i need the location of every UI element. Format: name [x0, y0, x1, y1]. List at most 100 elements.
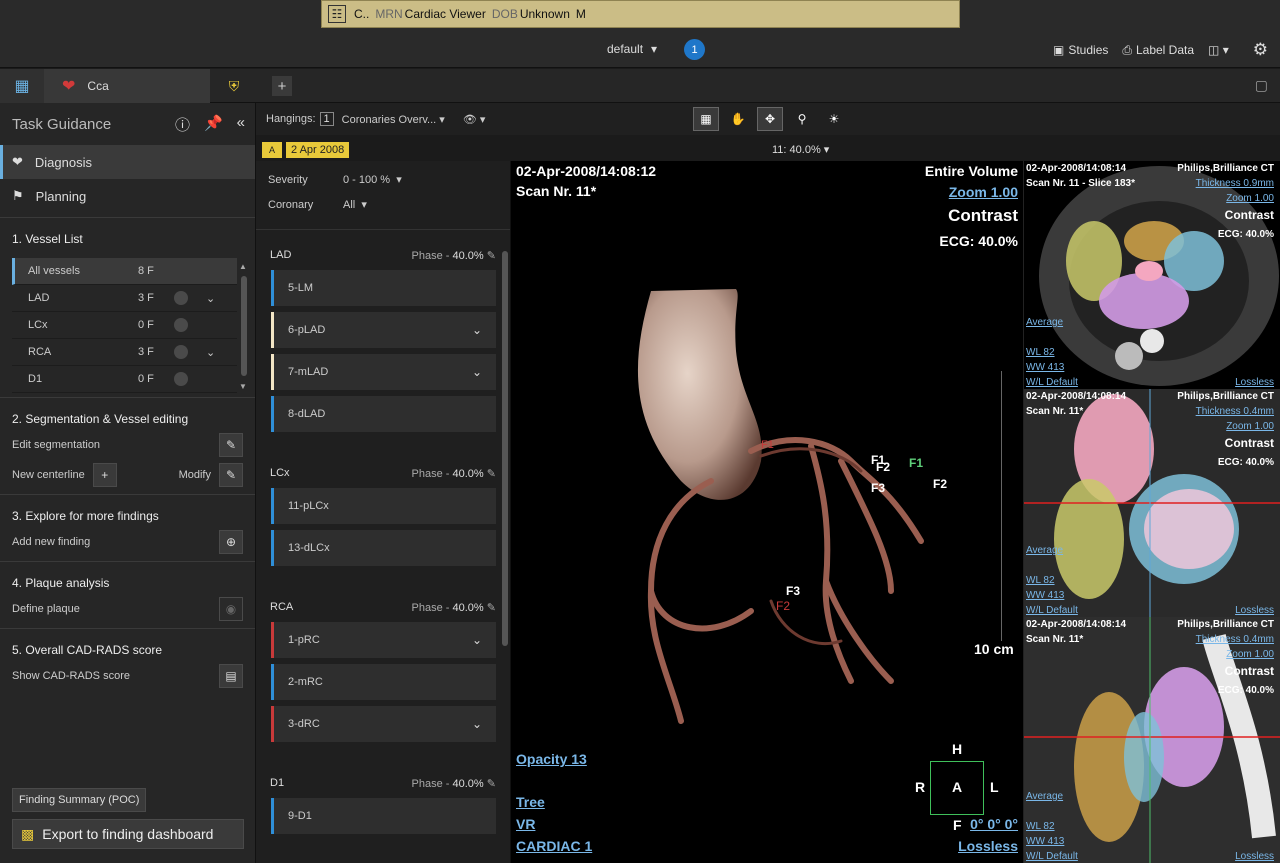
- studies-button[interactable]: ▣ Studies: [1053, 43, 1108, 57]
- slice-thickness[interactable]: Thickness 0.9mm: [1196, 178, 1274, 189]
- slice-average[interactable]: Average: [1026, 791, 1063, 802]
- edit-segmentation-button[interactable]: ✎: [219, 433, 243, 457]
- segment-item[interactable]: 11-pLCx: [271, 488, 496, 524]
- zoom-tool-button[interactable]: ⚲: [789, 107, 815, 131]
- finding-marker[interactable]: F3: [871, 481, 885, 495]
- finding-marker[interactable]: F1: [761, 439, 774, 451]
- window-level-tool-button[interactable]: ☀: [821, 107, 847, 131]
- vessel-row-d1[interactable]: D1 0 F: [12, 366, 237, 393]
- scroll-thumb[interactable]: [241, 276, 247, 376]
- visibility-dot-icon[interactable]: [174, 291, 188, 305]
- nav-diagnosis[interactable]: ❤ Diagnosis: [0, 145, 255, 179]
- ct-slice-view[interactable]: 02-Apr-2008/14:08:14 Philips,Brilliance …: [1023, 389, 1280, 617]
- visibility-dot-icon[interactable]: [174, 372, 188, 386]
- segment-item[interactable]: 3-dRC ⌄: [271, 706, 496, 742]
- segment-item[interactable]: 13-dLCx: [271, 530, 496, 566]
- pan-tool-button[interactable]: ✋: [725, 107, 751, 131]
- finding-marker[interactable]: F1: [909, 456, 923, 470]
- hanging-select[interactable]: Coronaries Overv... ▾: [342, 113, 445, 126]
- main-zoom[interactable]: Zoom 1.00: [949, 184, 1018, 200]
- segment-item[interactable]: 1-pRC ⌄: [271, 622, 496, 658]
- segment-scrollbar[interactable]: [502, 251, 508, 646]
- segment-item[interactable]: 5-LM: [271, 270, 496, 306]
- finding-marker[interactable]: F3: [786, 584, 800, 598]
- segment-phase[interactable]: Phase - 40.0% ✎: [412, 249, 496, 262]
- vessel-row-all[interactable]: All vessels 8 F: [12, 258, 237, 285]
- segment-phase[interactable]: Phase - 40.0% ✎: [412, 467, 496, 480]
- layout-select[interactable]: default ▾: [607, 42, 657, 56]
- slice-wl-default[interactable]: W/L Default: [1026, 377, 1078, 388]
- scroll-down-icon[interactable]: ▼: [239, 382, 247, 391]
- slice-lossless[interactable]: Lossless: [1235, 605, 1274, 616]
- notification-badge[interactable]: 1: [684, 39, 705, 60]
- chevron-down-icon[interactable]: ⌄: [472, 323, 482, 337]
- preset-link[interactable]: CARDIAC 1: [516, 838, 592, 854]
- export-finding-dashboard-button[interactable]: ▩ Export to finding dashboard: [12, 819, 244, 849]
- slice-lossless[interactable]: Lossless: [1235, 851, 1274, 862]
- pin-icon[interactable]: 📌: [204, 114, 223, 135]
- volume-render-view[interactable]: 02-Apr-2008/14:08:12 Scan Nr. 11* Entire…: [511, 161, 1023, 863]
- tree-link[interactable]: Tree: [516, 794, 545, 810]
- segment-item[interactable]: 9-D1: [271, 798, 496, 834]
- segment-phase[interactable]: Phase - 40.0% ✎: [412, 777, 496, 790]
- segment-item[interactable]: 8-dLAD: [271, 396, 496, 432]
- layout-tool-button[interactable]: ▦: [693, 107, 719, 131]
- visibility-dot-icon[interactable]: [174, 345, 188, 359]
- vessel-row-lcx[interactable]: LCx 0 F: [12, 312, 237, 339]
- slice-ww[interactable]: WW 413: [1026, 362, 1064, 373]
- slice-ww[interactable]: WW 413: [1026, 590, 1064, 601]
- scroll-up-icon[interactable]: ▲: [239, 262, 247, 271]
- phase-select[interactable]: 11: 40.0% ▾: [772, 143, 829, 156]
- segment-item[interactable]: 7-mLAD ⌄: [271, 354, 496, 390]
- hangings-number[interactable]: 1: [319, 112, 334, 126]
- apps-grid-button[interactable]: ▦: [0, 69, 44, 103]
- slice-average[interactable]: Average: [1026, 545, 1063, 556]
- vr-link[interactable]: VR: [516, 816, 535, 832]
- coronary-select[interactable]: All ▾: [343, 198, 367, 211]
- opacity-control[interactable]: Opacity 13: [516, 751, 587, 767]
- show-cadrads-button[interactable]: ▤: [219, 664, 243, 688]
- chevron-down-icon[interactable]: ⌄: [206, 292, 215, 305]
- define-plaque-button[interactable]: ◉: [219, 597, 243, 621]
- segment-item[interactable]: 6-pLAD ⌄: [271, 312, 496, 348]
- book-menu-button[interactable]: ◫ ▾: [1208, 43, 1229, 57]
- slice-wl[interactable]: WL 82: [1026, 347, 1055, 358]
- nav-planning[interactable]: ⚑ Planning: [0, 179, 255, 213]
- vessel-list-scrollbar[interactable]: ▲ ▼: [239, 262, 247, 391]
- new-centerline-button[interactable]: +: [92, 463, 117, 487]
- slice-zoom[interactable]: Zoom 1.00: [1226, 649, 1274, 660]
- finding-summary-button[interactable]: Finding Summary (POC): [12, 788, 147, 812]
- segment-phase[interactable]: Phase - 40.0% ✎: [412, 601, 496, 614]
- segment-item[interactable]: 2-mRC: [271, 664, 496, 700]
- collapse-icon[interactable]: «: [237, 114, 245, 135]
- visibility-menu[interactable]: 👁 ▾: [463, 113, 486, 126]
- add-new-finding-button[interactable]: ⊕: [219, 530, 243, 554]
- vessel-row-rca[interactable]: RCA 3 F ⌄: [12, 339, 237, 366]
- slice-wl[interactable]: WL 82: [1026, 575, 1055, 586]
- label-data-button[interactable]: ⎙ Label Data: [1122, 43, 1194, 58]
- chevron-down-icon[interactable]: ⌄: [472, 365, 482, 379]
- slice-ww[interactable]: WW 413: [1026, 836, 1064, 847]
- slice-lossless[interactable]: Lossless: [1235, 377, 1274, 388]
- ct-slice-view[interactable]: 02-Apr-2008/14:08:14 Philips,Brilliance …: [1023, 617, 1280, 863]
- settings-button[interactable]: ⚙: [1253, 40, 1268, 60]
- rotation-angles[interactable]: 0° 0° 0°: [970, 816, 1018, 832]
- expand-button[interactable]: ▢: [1255, 77, 1268, 94]
- study-date-tag[interactable]: 2 Apr 2008: [286, 142, 350, 158]
- vessel-row-lad[interactable]: LAD 3 F ⌄: [12, 285, 237, 312]
- slice-thickness[interactable]: Thickness 0.4mm: [1196, 406, 1274, 417]
- add-tab-button[interactable]: +: [272, 76, 292, 96]
- tab-cca[interactable]: ❤ Cca: [44, 69, 210, 103]
- slice-wl-default[interactable]: W/L Default: [1026, 851, 1078, 862]
- main-lossless[interactable]: Lossless: [958, 838, 1018, 854]
- rotate-tool-button[interactable]: ✥: [757, 107, 783, 131]
- slice-zoom[interactable]: Zoom 1.00: [1226, 193, 1274, 204]
- chevron-down-icon[interactable]: ⌄: [472, 717, 482, 731]
- ct-slice-view[interactable]: 02-Apr-2008/14:08:14 Philips,Brilliance …: [1023, 161, 1280, 389]
- modify-button[interactable]: ✎: [219, 463, 243, 487]
- slice-wl-default[interactable]: W/L Default: [1026, 605, 1078, 616]
- tab-shield[interactable]: ⛨: [222, 75, 246, 97]
- chevron-down-icon[interactable]: ⌄: [206, 346, 215, 359]
- slice-average[interactable]: Average: [1026, 317, 1063, 328]
- finding-marker[interactable]: F2: [776, 599, 790, 613]
